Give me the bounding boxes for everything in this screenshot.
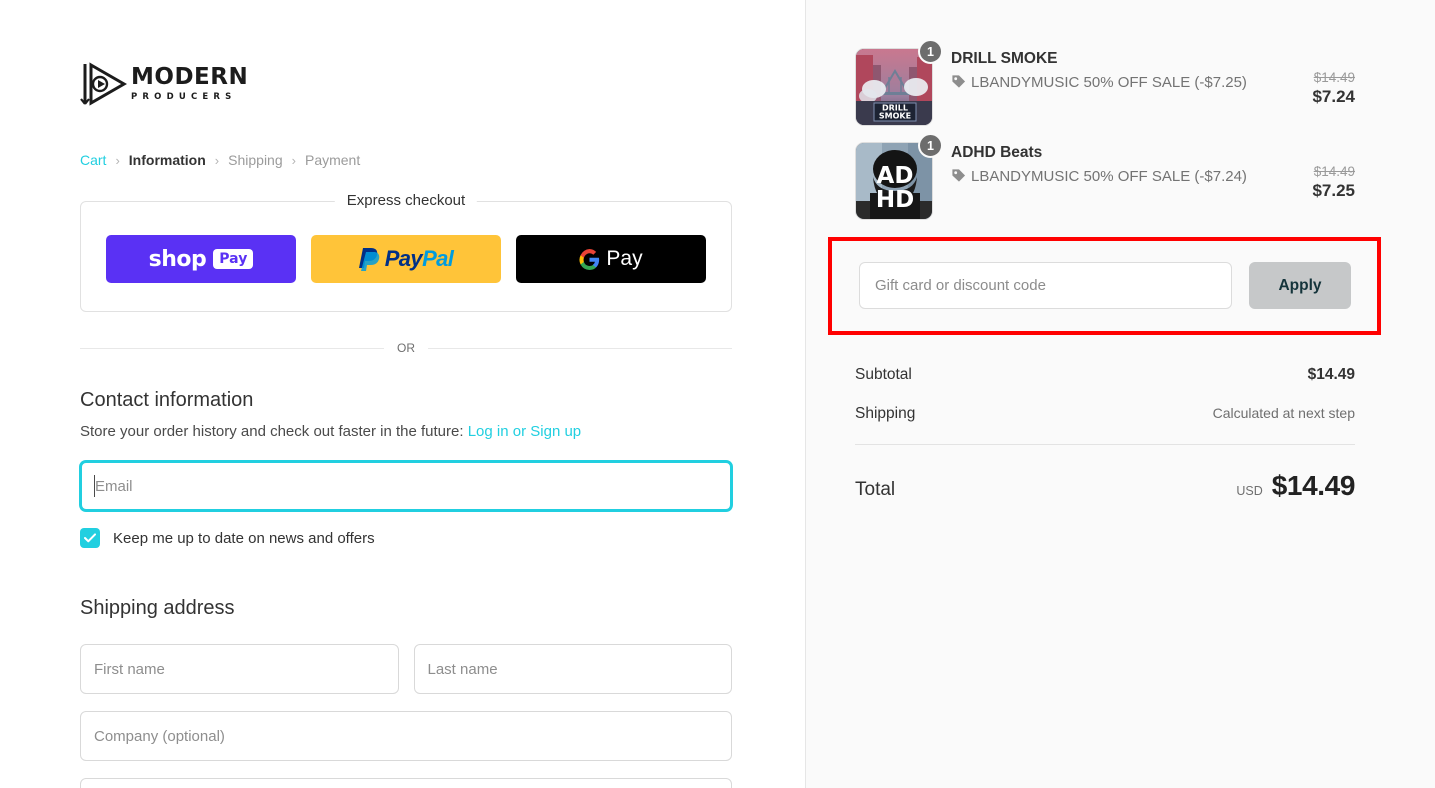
quantity-badge: 1 xyxy=(918,133,943,158)
totals-divider xyxy=(855,444,1355,445)
product-thumbnail-wrapper: DRILL SMOKE 1 xyxy=(855,39,943,126)
checkout-main-column: MODERN PRODUCERS Cart › Information › Sh… xyxy=(0,0,806,788)
order-summary-column: DRILL SMOKE 1 DRILL SMOKE LBANDYMUSIC 50… xyxy=(806,0,1435,788)
final-price: $7.24 xyxy=(1312,87,1355,106)
chevron-right-icon: › xyxy=(291,152,296,168)
breadcrumb-payment: Payment xyxy=(304,152,361,168)
line-item-prices: $14.49 $7.25 xyxy=(1269,142,1355,201)
paypal-button[interactable]: PayPal xyxy=(311,235,501,283)
newsletter-optin-row[interactable]: Keep me up to date on news and offers xyxy=(80,528,732,548)
google-g-icon xyxy=(579,248,600,270)
paypal-text-pal: Pal xyxy=(422,246,454,271)
product-discount: LBANDYMUSIC 50% OFF SALE (-$7.25) xyxy=(951,73,1269,93)
logo-subtext: PRODUCERS xyxy=(131,92,237,102)
line-item-info: DRILL SMOKE LBANDYMUSIC 50% OFF SALE (-$… xyxy=(933,48,1269,94)
first-name-input[interactable] xyxy=(80,644,399,694)
breadcrumb: Cart › Information › Shipping › Payment xyxy=(80,152,732,168)
express-checkout-panel: Express checkout shop Pay PayPal Pay xyxy=(80,192,732,312)
google-pay-button[interactable]: Pay xyxy=(516,235,706,283)
total-amount-group: USD $14.49 xyxy=(1236,470,1355,502)
chevron-right-icon: › xyxy=(115,152,120,168)
line-item-info: ADHD Beats LBANDYMUSIC 50% OFF SALE (-$7… xyxy=(933,142,1269,188)
store-logo[interactable]: MODERN PRODUCERS xyxy=(80,58,732,110)
breadcrumb-information: Information xyxy=(128,152,206,168)
paypal-logo-icon xyxy=(358,248,379,271)
chevron-right-icon: › xyxy=(214,152,220,168)
play-triangle-icon xyxy=(80,62,128,106)
address-input[interactable] xyxy=(80,778,732,788)
text-cursor xyxy=(94,475,95,497)
express-checkout-buttons: shop Pay PayPal Pay xyxy=(106,235,706,283)
email-input[interactable] xyxy=(80,461,732,511)
product-title: ADHD Beats xyxy=(951,144,1043,161)
or-label: OR xyxy=(397,341,415,355)
shipping-address-title: Shipping address xyxy=(80,597,235,619)
logo-wordmark: MODERN xyxy=(131,64,249,90)
original-price: $14.49 xyxy=(1313,164,1355,179)
subtotal-row: Subtotal $14.49 xyxy=(855,366,1355,384)
name-fields-row xyxy=(80,644,732,694)
shipping-address-section: Shipping address xyxy=(80,597,732,788)
shipping-value: Calculated at next step xyxy=(1212,405,1355,421)
svg-text:HD: HD xyxy=(876,187,914,213)
total-label: Total xyxy=(855,479,896,500)
grand-total-row: Total USD $14.49 xyxy=(855,470,1355,502)
google-pay-label: Pay xyxy=(606,247,643,270)
discount-label: LBANDYMUSIC 50% OFF SALE xyxy=(971,168,1191,186)
company-input[interactable] xyxy=(80,711,732,761)
breadcrumb-shipping: Shipping xyxy=(228,152,283,168)
shipping-row: Shipping Calculated at next step xyxy=(855,405,1355,423)
quantity-badge: 1 xyxy=(918,39,943,64)
discount-amount: (-$7.24) xyxy=(1194,168,1247,186)
original-price: $14.49 xyxy=(1313,70,1355,85)
discount-tag-icon xyxy=(952,75,966,88)
shop-pay-button[interactable]: shop Pay xyxy=(106,235,296,283)
discount-code-input[interactable] xyxy=(859,262,1232,309)
discount-code-form: Apply xyxy=(859,262,1351,309)
total-value: $14.49 xyxy=(1271,470,1356,501)
subtotal-label: Subtotal xyxy=(855,366,912,383)
last-name-input[interactable] xyxy=(413,644,732,694)
paypal-text-pay: Pay xyxy=(384,246,423,271)
shipping-label: Shipping xyxy=(855,405,916,422)
divider-line-right xyxy=(428,347,732,349)
shop-pay-wordmark: shop xyxy=(148,246,207,272)
svg-text:AD: AD xyxy=(877,163,914,189)
discount-tag-icon xyxy=(952,169,966,182)
express-checkout-title: Express checkout xyxy=(334,192,478,209)
contact-information-title: Contact information xyxy=(80,389,254,411)
total-currency: USD xyxy=(1236,484,1263,498)
final-price: $7.25 xyxy=(1312,181,1355,200)
discount-label: LBANDYMUSIC 50% OFF SALE xyxy=(971,74,1191,92)
product-thumbnail-wrapper: AD HD 1 xyxy=(855,133,943,220)
newsletter-checkbox[interactable] xyxy=(80,528,100,548)
or-divider: OR xyxy=(80,341,732,355)
discount-code-highlight-annotation: Apply xyxy=(828,237,1381,335)
product-title: DRILL SMOKE xyxy=(951,50,1058,67)
newsletter-label: Keep me up to date on news and offers xyxy=(113,529,375,547)
order-totals: Subtotal $14.49 Shipping Calculated at n… xyxy=(855,366,1355,502)
divider-line-left xyxy=(80,347,384,349)
contact-information-section: Contact information Store your order his… xyxy=(80,389,732,548)
address-field-row xyxy=(80,778,732,788)
email-field-wrapper xyxy=(80,461,732,511)
breadcrumb-cart[interactable]: Cart xyxy=(80,152,106,168)
checkmark-icon xyxy=(84,533,96,543)
line-item-prices: $14.49 $7.24 xyxy=(1269,48,1355,107)
checkout-page: MODERN PRODUCERS Cart › Information › Sh… xyxy=(0,0,1435,788)
subtotal-value: $14.49 xyxy=(1307,366,1355,383)
contact-helper-text: Store your order history and check out f… xyxy=(80,423,732,440)
login-signup-link[interactable]: Log in or Sign up xyxy=(468,423,581,440)
product-discount: LBANDYMUSIC 50% OFF SALE (-$7.24) xyxy=(951,167,1269,187)
svg-text:SMOKE: SMOKE xyxy=(879,112,911,121)
shop-pay-chip: Pay xyxy=(213,249,254,269)
line-item: AD HD 1 ADHD Beats LBANDYMUSIC 50% OFF S… xyxy=(855,133,1355,220)
line-item: DRILL SMOKE 1 DRILL SMOKE LBANDYMUSIC 50… xyxy=(855,39,1355,126)
contact-helper-prefix: Store your order history and check out f… xyxy=(80,423,464,440)
discount-amount: (-$7.25) xyxy=(1194,74,1247,92)
company-field-row xyxy=(80,711,732,761)
apply-discount-button[interactable]: Apply xyxy=(1249,262,1351,309)
